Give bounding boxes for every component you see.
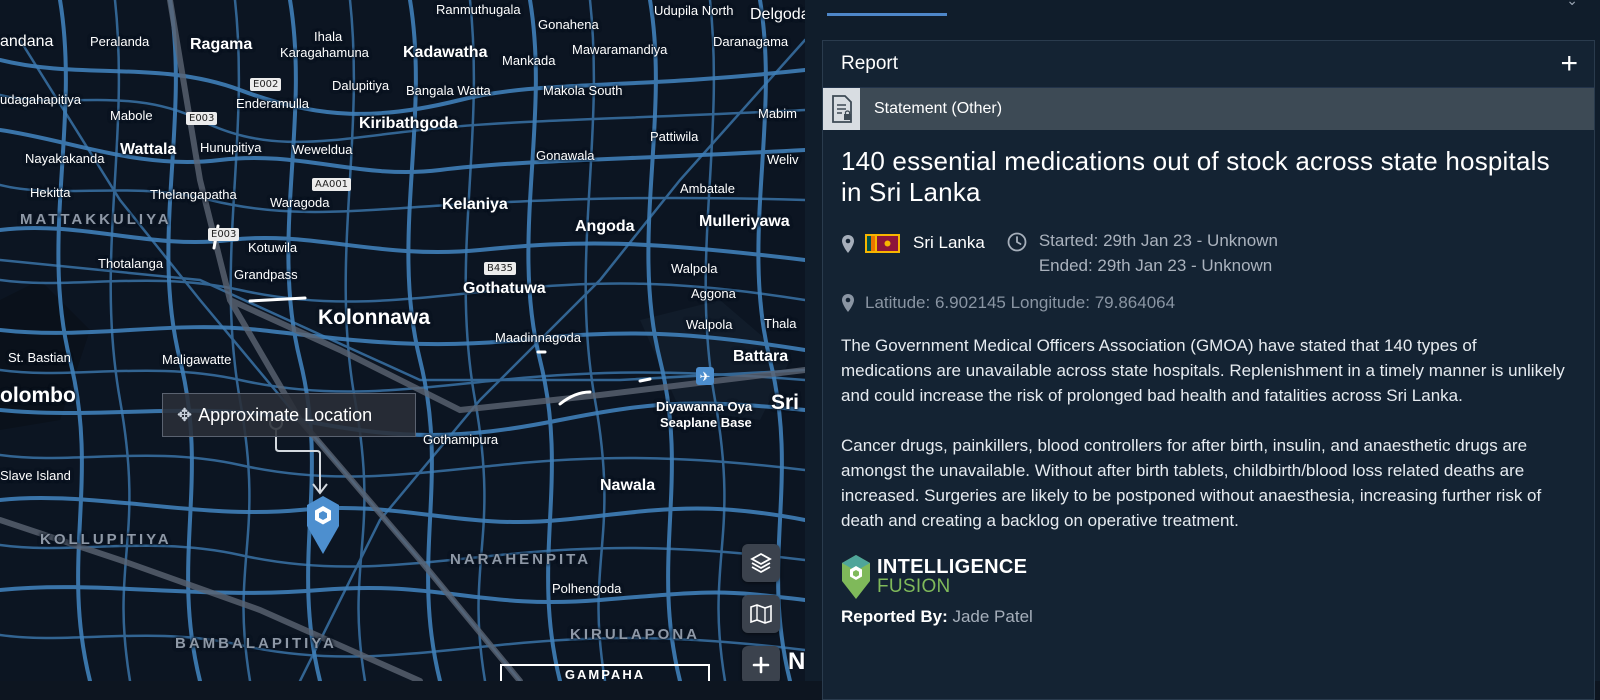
- zoom-in-button[interactable]: [742, 646, 780, 681]
- clock-icon: [1007, 232, 1027, 252]
- report-card: Report + Statement (Other) 140 essential…: [822, 40, 1595, 700]
- report-paragraph-1: The Government Medical Officers Associat…: [841, 336, 1565, 405]
- report-title: 140 essential medications out of stock a…: [841, 146, 1550, 207]
- layers-icon: [750, 552, 772, 574]
- map-view[interactable]: ✈ Ranmuthugala Gonahena Udupila North Delgo…: [0, 0, 805, 681]
- start-date: Started: 29th Jan 23 - Unknown: [1038, 231, 1278, 250]
- sri-lanka-flag-icon: [865, 233, 900, 253]
- location-pin-icon: [842, 235, 854, 253]
- reported-by: Reported By: Jade Patel: [841, 607, 1576, 627]
- zoom-in-icon: [752, 656, 770, 674]
- source-name-line2: FUSION: [877, 576, 951, 597]
- document-icon: [823, 88, 860, 130]
- add-icon[interactable]: +: [1560, 49, 1578, 79]
- end-date: Ended: 29th Jan 23 - Unknown: [1038, 256, 1273, 275]
- chevron-down-icon[interactable]: ⌄: [1566, 0, 1578, 9]
- reported-by-label: Reported By:: [841, 607, 948, 626]
- location-marker-icon[interactable]: [306, 496, 340, 556]
- layers-button[interactable]: [742, 544, 780, 582]
- map-style-button[interactable]: [742, 595, 780, 633]
- meta-row: Sri Lanka Started: 29th Jan 23 - Unknown…: [841, 228, 1576, 278]
- report-panel: ⌄ Report + Statement (Other) 140 essenti…: [805, 0, 1600, 700]
- country: Sri Lanka: [865, 233, 985, 253]
- event-dates: Started: 29th Jan 23 - Unknown Ended: 29…: [1039, 228, 1278, 278]
- map-view-icon: [750, 604, 772, 624]
- intelligence-fusion-logo-icon: [842, 555, 870, 599]
- approximate-location-label: ✥ Approximate Location: [162, 393, 416, 437]
- reporter-name[interactable]: Jade Patel: [952, 607, 1032, 626]
- report-paragraph-2: Cancer drugs, painkillers, blood control…: [841, 436, 1542, 530]
- category-label: Statement (Other): [874, 100, 1003, 117]
- source-name-line1: INTELLIGENCE: [877, 556, 1028, 578]
- active-tab-indicator: [827, 13, 947, 16]
- source-logo: INTELLIGENCE FUSION: [841, 555, 1576, 599]
- coordinates-row: Latitude: 6.902145 Longitude: 79.864064: [841, 293, 1576, 313]
- location-connector: [269, 416, 328, 495]
- coordinates: Latitude: 6.902145 Longitude: 79.864064: [865, 293, 1176, 312]
- category-bar: Statement (Other): [823, 88, 1594, 130]
- gampaha-region-label: GAMPAHA: [500, 664, 710, 681]
- card-header: Report +: [823, 41, 1594, 88]
- location-pin-icon: [842, 294, 854, 312]
- country-name: Sri Lanka: [913, 233, 985, 252]
- map-edge-label: N: [788, 648, 805, 675]
- move-icon: ✥: [177, 404, 193, 425]
- card-title: Report: [841, 53, 899, 74]
